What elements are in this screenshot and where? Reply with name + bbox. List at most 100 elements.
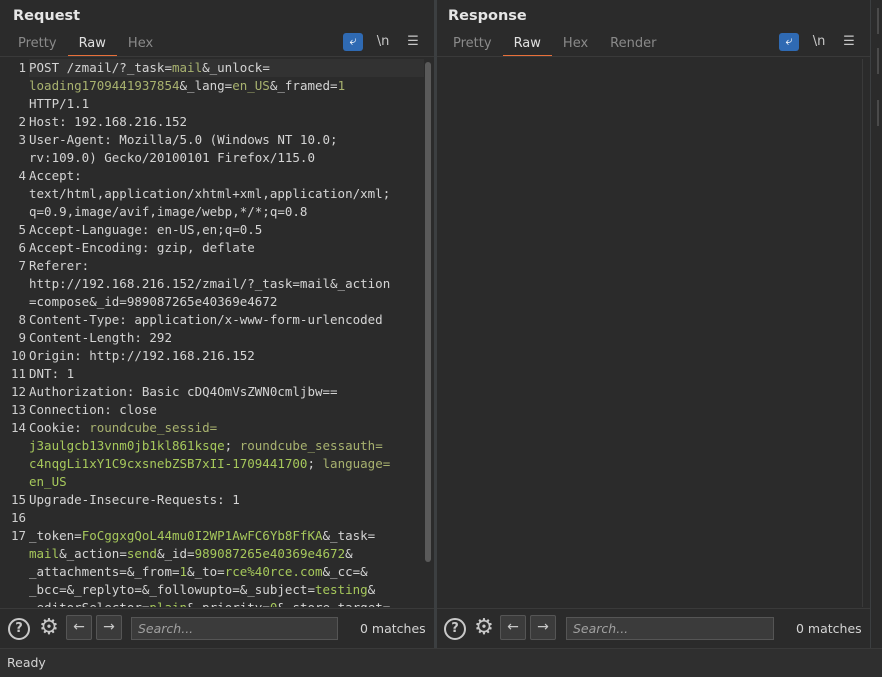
code-token: ; bbox=[224, 438, 240, 453]
hamburger-menu-icon[interactable]: ☰ bbox=[403, 33, 423, 51]
code-token: rv:109.0) Gecko/20100101 Firefox/115.0 bbox=[29, 150, 315, 165]
code-token: Host: 192.168.216.152 bbox=[29, 114, 188, 129]
code-line[interactable]: Connection: close bbox=[29, 401, 425, 419]
tab-pretty[interactable]: Pretty bbox=[442, 36, 503, 57]
response-search-input[interactable] bbox=[566, 617, 774, 640]
code-line[interactable]: HTTP/1.1 bbox=[29, 95, 425, 113]
code-line[interactable]: text/html,application/xhtml+xml,applicat… bbox=[29, 185, 425, 203]
request-match-count: 0 matches bbox=[360, 621, 426, 636]
code-line[interactable]: rv:109.0) Gecko/20100101 Firefox/115.0 bbox=[29, 149, 425, 167]
code-token: text/html,application/xhtml+xml,applicat… bbox=[29, 186, 391, 201]
code-token: q=0.9,image/avif,image/webp,*/*;q=0.8 bbox=[29, 204, 308, 219]
code-token: mail bbox=[29, 546, 60, 561]
code-token: 989087265e40369e4672 bbox=[194, 546, 346, 561]
line-number bbox=[4, 437, 27, 455]
code-token: Content-Length: 292 bbox=[29, 330, 172, 345]
code-line[interactable]: en_US bbox=[29, 473, 425, 491]
line-number: 17 bbox=[10, 528, 26, 543]
code-token: &_id= bbox=[156, 546, 195, 561]
code-line[interactable]: Accept: bbox=[29, 167, 425, 185]
code-token: &_priority= bbox=[187, 600, 270, 607]
wrap-lines-icon[interactable]: ⤶ bbox=[343, 33, 363, 51]
line-number bbox=[4, 185, 27, 203]
code-line[interactable]: Content-Length: 292 bbox=[29, 329, 425, 347]
status-bar: Ready bbox=[0, 648, 882, 677]
line-number: 9 bbox=[18, 330, 26, 345]
status-text: Ready bbox=[7, 655, 46, 670]
edge-divider bbox=[877, 100, 879, 126]
code-line[interactable]: =compose&_id=989087265e40369e4672 bbox=[29, 293, 425, 311]
code-line[interactable]: Origin: http://192.168.216.152 bbox=[29, 347, 425, 365]
tab-pretty[interactable]: Pretty bbox=[7, 36, 68, 57]
code-line[interactable]: _bcc=&_replyto=&_followupto=&_subject=te… bbox=[29, 581, 425, 599]
code-line[interactable]: Cookie: roundcube_sessid= bbox=[29, 419, 425, 437]
code-line[interactable]: Content-Type: application/x-www-form-url… bbox=[29, 311, 425, 329]
code-token: Referer: bbox=[29, 258, 90, 273]
code-token: j3aulgcb13vnm0jb1kl861ksqe bbox=[29, 438, 225, 453]
newline-toggle[interactable]: \n bbox=[809, 33, 829, 51]
response-editor[interactable] bbox=[441, 59, 865, 607]
back-arrow-icon[interactable]: ← bbox=[66, 615, 92, 640]
code-line[interactable]: POST /zmail/?_task=mail&_unlock= bbox=[29, 59, 425, 77]
request-search-input[interactable] bbox=[131, 617, 338, 640]
line-number: 1 bbox=[18, 60, 26, 75]
code-line[interactable]: Host: 192.168.216.152 bbox=[29, 113, 425, 131]
wrap-lines-icon[interactable]: ⤶ bbox=[779, 33, 799, 51]
line-number: 7 bbox=[18, 258, 26, 273]
tab-hex[interactable]: Hex bbox=[552, 36, 599, 57]
newline-toggle[interactable]: \n bbox=[373, 33, 393, 51]
code-token: DNT: 1 bbox=[29, 366, 75, 381]
code-line[interactable]: Accept-Language: en-US,en;q=0.5 bbox=[29, 221, 425, 239]
request-scrollbar[interactable] bbox=[424, 59, 432, 607]
line-number bbox=[4, 473, 27, 491]
code-line[interactable]: User-Agent: Mozilla/5.0 (Windows NT 10.0… bbox=[29, 131, 425, 149]
code-line[interactable]: _attachments=&_from=1&_to=rce%40rce.com&… bbox=[29, 563, 425, 581]
code-line[interactable] bbox=[29, 509, 425, 527]
edge-divider bbox=[877, 8, 879, 34]
line-number: 6 bbox=[18, 240, 26, 255]
code-line[interactable]: j3aulgcb13vnm0jb1kl861ksqe; roundcube_se… bbox=[29, 437, 425, 455]
gear-icon[interactable]: ⚙ bbox=[472, 616, 496, 640]
code-token: & bbox=[367, 582, 376, 597]
help-icon[interactable]: ? bbox=[8, 618, 30, 640]
line-number: 12 bbox=[10, 384, 26, 399]
tabs-divider bbox=[0, 56, 434, 57]
response-panel: Response Pretty Raw Hex Render ⤶ \n ☰ ? … bbox=[437, 0, 870, 648]
request-editor[interactable]: 1 2 3 4 5 6 7 8 9 10 11 12 13 14 15 16 17 POST /zmail/?_… bbox=[4, 59, 432, 607]
hamburger-menu-icon[interactable]: ☰ bbox=[839, 33, 859, 51]
line-number bbox=[4, 293, 27, 311]
forward-arrow-icon[interactable]: → bbox=[530, 615, 556, 640]
line-number: 11 bbox=[10, 366, 26, 381]
code-line[interactable]: loading1709441937854&_lang=en_US&_framed… bbox=[29, 77, 425, 95]
code-line[interactable]: Referer: bbox=[29, 257, 425, 275]
code-line[interactable]: _token=FoCggxgQoL44mu0I2WP1AwFC6Yb8FfKA&… bbox=[29, 527, 425, 545]
code-line[interactable]: Accept-Encoding: gzip, deflate bbox=[29, 239, 425, 257]
code-line[interactable]: Authorization: Basic cDQ4OmVsZWN0cmljbw=… bbox=[29, 383, 425, 401]
code-line[interactable]: q=0.9,image/avif,image/webp,*/*;q=0.8 bbox=[29, 203, 425, 221]
code-line[interactable]: c4nqgLi1xY1C9cxsnebZSB7xII-1709441700; l… bbox=[29, 455, 425, 473]
tab-raw[interactable]: Raw bbox=[502, 36, 552, 57]
line-number bbox=[4, 563, 27, 581]
response-scrollbar[interactable] bbox=[862, 59, 870, 607]
tab-raw[interactable]: Raw bbox=[67, 36, 117, 57]
help-icon[interactable]: ? bbox=[444, 618, 466, 640]
tabs-divider bbox=[437, 56, 870, 57]
request-code[interactable]: POST /zmail/?_task=mail&_unlock= loading1… bbox=[29, 59, 425, 607]
back-arrow-icon[interactable]: ← bbox=[500, 615, 526, 640]
tab-render[interactable]: Render bbox=[599, 36, 667, 57]
scrollbar-thumb[interactable] bbox=[425, 62, 431, 562]
gear-icon[interactable]: ⚙ bbox=[37, 616, 61, 640]
code-token: roundcube_sessid= bbox=[89, 420, 218, 435]
line-number bbox=[4, 545, 27, 563]
forward-arrow-icon[interactable]: → bbox=[96, 615, 122, 640]
code-token: =compose&_id=989087265e40369e4672 bbox=[29, 294, 278, 309]
code-line[interactable]: Upgrade-Insecure-Requests: 1 bbox=[29, 491, 425, 509]
tab-hex[interactable]: Hex bbox=[117, 36, 164, 57]
response-title: Response bbox=[448, 8, 527, 24]
code-line[interactable]: DNT: 1 bbox=[29, 365, 425, 383]
code-line[interactable]: _editorSelector=plain&_priority=0&_store… bbox=[29, 599, 425, 607]
response-match-count: 0 matches bbox=[796, 621, 862, 636]
code-token: & bbox=[345, 546, 353, 561]
code-line[interactable]: http://192.168.216.152/zmail/?_task=mail… bbox=[29, 275, 425, 293]
code-line[interactable]: mail&_action=send&_id=989087265e40369e46… bbox=[29, 545, 425, 563]
